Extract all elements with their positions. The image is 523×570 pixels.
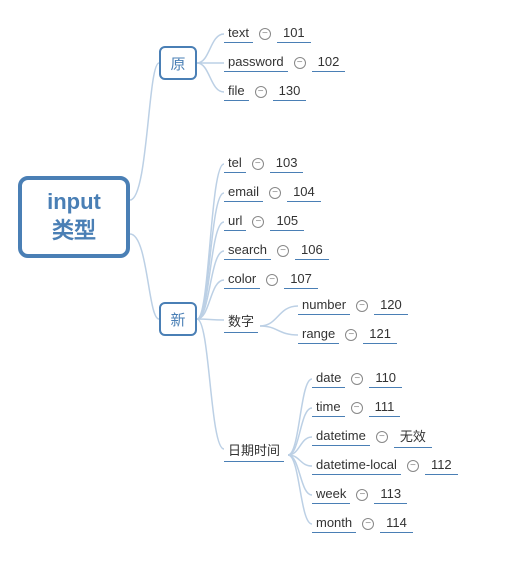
- leaf-value: 112: [425, 457, 458, 475]
- collapse-icon[interactable]: −: [269, 187, 281, 199]
- leaf-label: month: [312, 515, 356, 533]
- leaf-label: time: [312, 399, 345, 417]
- leaf-search: search − 106: [224, 242, 329, 260]
- collapse-icon[interactable]: −: [277, 245, 289, 257]
- leaf-value: 130: [273, 83, 307, 101]
- leaf-value: 120: [374, 297, 408, 315]
- leaf-label: search: [224, 242, 271, 260]
- leaf-number: number − 120: [298, 297, 408, 315]
- leaf-value: 121: [363, 326, 397, 344]
- leaf-value: 103: [270, 155, 304, 173]
- leaf-date: date − 110: [312, 370, 402, 388]
- leaf-value: 114: [380, 515, 413, 533]
- collapse-icon[interactable]: −: [356, 300, 368, 312]
- category-original-label: 原: [170, 53, 185, 74]
- collapse-icon[interactable]: −: [255, 86, 267, 98]
- root-node: input 类型: [18, 176, 130, 258]
- leaf-file: file − 130: [224, 83, 306, 101]
- leaf-label: url: [224, 213, 246, 231]
- leaf-value: 105: [270, 213, 304, 231]
- leaf-label: email: [224, 184, 263, 202]
- root-line1: input: [47, 188, 101, 217]
- leaf-datetime: datetime − 无效: [312, 428, 432, 446]
- leaf-range: range − 121: [298, 326, 397, 344]
- leaf-text: text − 101: [224, 25, 311, 43]
- leaf-tel: tel − 103: [224, 155, 303, 173]
- leaf-password: password − 102: [224, 54, 345, 72]
- leaf-label: file: [224, 83, 249, 101]
- leaf-value: 107: [284, 271, 318, 289]
- leaf-color: color − 107: [224, 271, 318, 289]
- leaf-label: datetime-local: [312, 457, 401, 475]
- collapse-icon[interactable]: −: [356, 489, 368, 501]
- leaf-label: range: [298, 326, 339, 344]
- leaf-value: 110: [369, 370, 402, 388]
- leaf-label: datetime: [312, 428, 370, 446]
- collapse-icon[interactable]: −: [351, 373, 363, 385]
- leaf-datetime-local: datetime-local − 112: [312, 457, 458, 475]
- leaf-value: 113: [374, 486, 407, 504]
- category-original: 原: [159, 46, 197, 80]
- collapse-icon[interactable]: −: [259, 28, 271, 40]
- collapse-icon[interactable]: −: [376, 431, 388, 443]
- leaf-label: text: [224, 25, 253, 43]
- root-line2: 类型: [52, 217, 96, 246]
- subcategory-numeric: 数字: [224, 311, 258, 333]
- leaf-label: number: [298, 297, 350, 315]
- subcategory-datetime: 日期时间: [224, 440, 284, 462]
- collapse-icon[interactable]: −: [266, 274, 278, 286]
- leaf-label: tel: [224, 155, 246, 173]
- leaf-label: date: [312, 370, 345, 388]
- category-new: 新: [159, 302, 197, 336]
- leaf-value: 104: [287, 184, 321, 202]
- collapse-icon[interactable]: −: [294, 57, 306, 69]
- leaf-url: url − 105: [224, 213, 304, 231]
- category-new-label: 新: [170, 309, 185, 330]
- collapse-icon[interactable]: −: [407, 460, 419, 472]
- leaf-value: 111: [369, 399, 401, 417]
- collapse-icon[interactable]: −: [362, 518, 374, 530]
- leaf-value: 106: [295, 242, 329, 260]
- collapse-icon[interactable]: −: [351, 402, 363, 414]
- leaf-week: week − 113: [312, 486, 407, 504]
- leaf-time: time − 111: [312, 399, 400, 417]
- leaf-email: email − 104: [224, 184, 321, 202]
- leaf-value: 101: [277, 25, 311, 43]
- collapse-icon[interactable]: −: [345, 329, 357, 341]
- leaf-label: week: [312, 486, 350, 504]
- collapse-icon[interactable]: −: [252, 158, 264, 170]
- leaf-label: password: [224, 54, 288, 72]
- collapse-icon[interactable]: −: [252, 216, 264, 228]
- leaf-label: color: [224, 271, 260, 289]
- leaf-month: month − 114: [312, 515, 413, 533]
- leaf-value: 无效: [394, 426, 432, 448]
- leaf-value: 102: [312, 54, 346, 72]
